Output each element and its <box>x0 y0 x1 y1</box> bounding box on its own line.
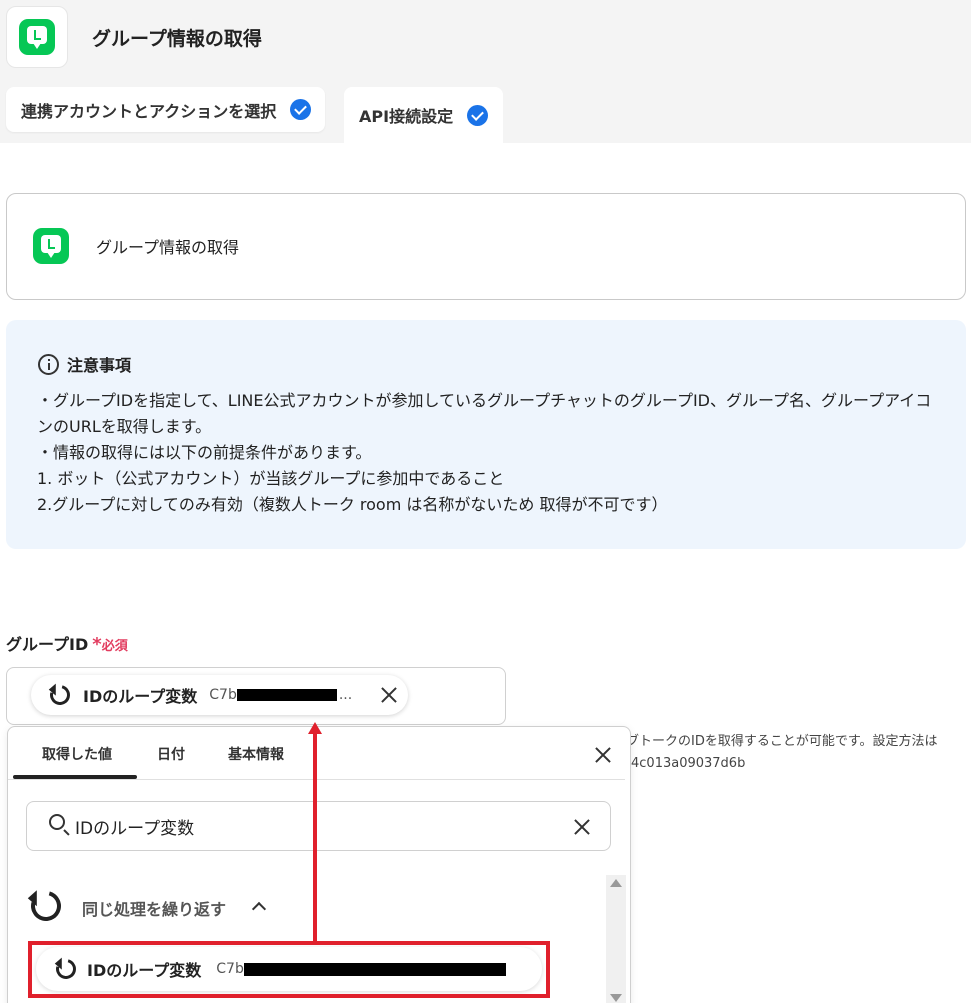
loop-icon <box>46 681 74 709</box>
chip-ellipsis: ... <box>338 687 353 703</box>
scrollbar[interactable] <box>606 875 626 1003</box>
close-icon[interactable] <box>594 746 612 764</box>
check-icon <box>290 99 312 120</box>
check-icon <box>467 104 489 126</box>
scroll-down-icon[interactable] <box>610 994 622 1002</box>
group-header-label[interactable]: 同じ処理を繰り返す <box>82 896 226 920</box>
notice-line: ・情報の取得には以下の前提条件があります。 <box>37 443 372 462</box>
line-logo-icon <box>33 228 69 264</box>
notice-line: ・グループIDを指定して、LINE公式アカウントが参加しているグループチャットの… <box>37 391 932 436</box>
group-id-label: グループID *必須 <box>6 634 128 655</box>
tab-label: 連携アカウントとアクションを選択 <box>21 101 277 121</box>
tab-acquired-values[interactable]: 取得した値 <box>42 744 112 764</box>
tab-label: API接続設定 <box>359 107 454 126</box>
annotation-highlight-box <box>28 941 550 998</box>
line-logo-icon <box>19 19 55 55</box>
notice-line: 1. ボット（公式アカウント）が当該グループに参加中であること <box>37 469 505 488</box>
tab-api-settings[interactable]: API接続設定 <box>344 87 504 143</box>
tab-date[interactable]: 日付 <box>157 744 185 764</box>
tab-account-action[interactable]: 連携アカウントとアクションを選択 <box>6 87 326 132</box>
app-icon-box <box>6 6 68 68</box>
tab-basic-info[interactable]: 基本情報 <box>228 744 284 764</box>
remove-chip-icon[interactable] <box>380 686 398 704</box>
clear-search-icon[interactable] <box>573 818 591 836</box>
page-title: グループ情報の取得 <box>92 28 262 50</box>
annotation-arrow-line <box>313 732 317 941</box>
chip-value: C7b <box>209 687 237 703</box>
help-example: 4c013a09037d6b <box>631 756 746 771</box>
action-card-title: グループ情報の取得 <box>96 238 240 257</box>
notice-title: 注意事項 <box>38 352 131 376</box>
help-text: ブトークのIDを取得することが可能です。設定方法は <box>626 734 938 749</box>
search-icon <box>49 814 65 830</box>
variable-chip[interactable]: IDのループ変数 C7b ... <box>31 675 408 715</box>
required-text: 必須 <box>101 639 128 654</box>
search-value: IDのループ変数 <box>75 819 195 839</box>
info-icon <box>38 353 59 375</box>
required-star: * <box>92 634 102 655</box>
redacted-value <box>236 689 337 701</box>
annotation-arrow-head <box>308 722 322 734</box>
chip-label: IDのループ変数 <box>83 687 198 706</box>
notice-line: 2.グループに対してのみ有効（複数人トーク room は名称がないため 取得が不… <box>37 495 668 514</box>
scroll-up-icon[interactable] <box>610 879 622 887</box>
notice-body: ・グループIDを指定して、LINE公式アカウントが参加しているグループチャットの… <box>37 388 937 518</box>
